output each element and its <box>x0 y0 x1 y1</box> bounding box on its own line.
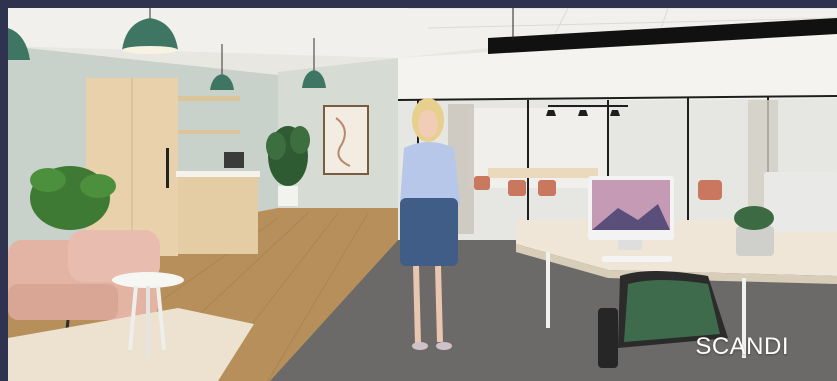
office-scene <box>8 8 837 381</box>
open-shelf-top <box>178 96 240 101</box>
office-render-image: SCANDI <box>8 8 837 381</box>
open-shelf-bottom <box>178 130 240 134</box>
desk-plant <box>734 206 774 256</box>
meeting-table <box>488 168 598 178</box>
base-cabinets <box>178 176 258 254</box>
style-caption: SCANDI <box>695 333 789 360</box>
microwave <box>224 152 244 168</box>
countertop <box>176 171 260 177</box>
fridge-handle <box>166 148 169 188</box>
monitor-right <box>764 172 837 232</box>
